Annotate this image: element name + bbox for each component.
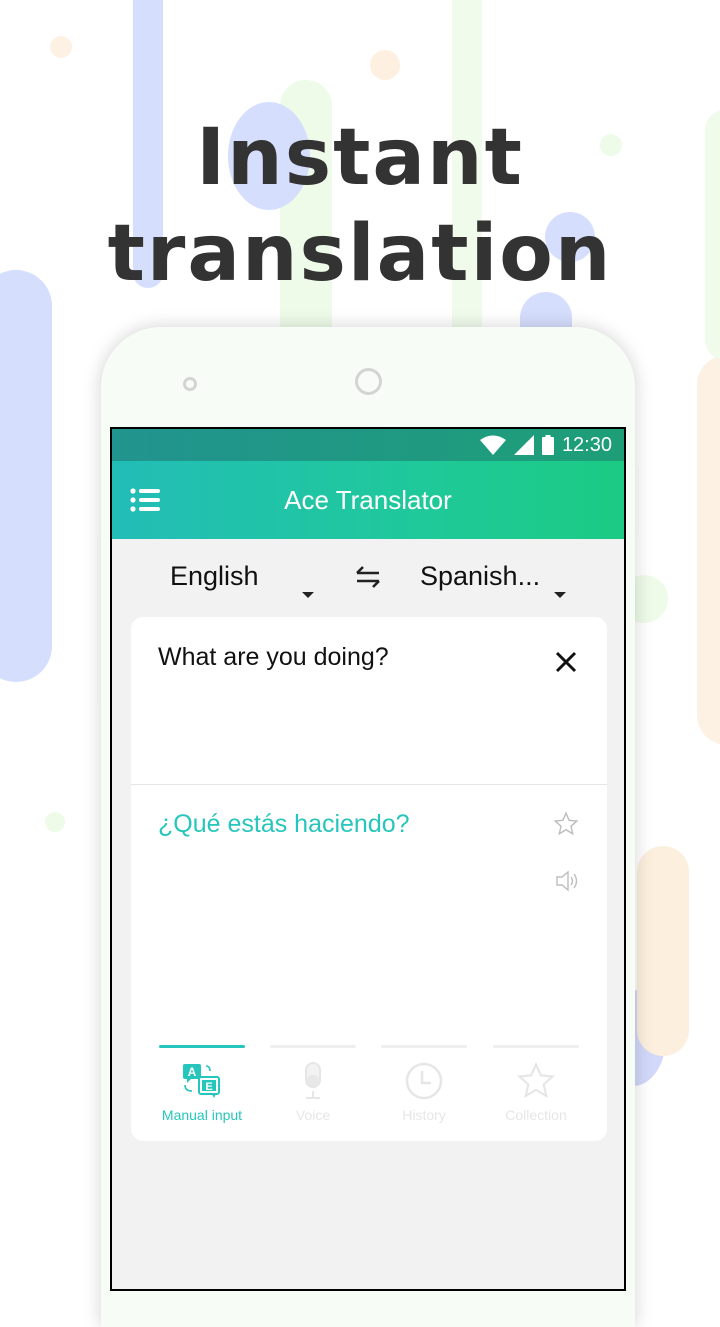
input-mode-tabs: A E Manual input Voice History Collectio… [131, 1045, 607, 1141]
tab-label: Manual input [161, 1107, 243, 1123]
tab-manual-input[interactable]: A E Manual input [159, 1045, 245, 1141]
tab-indicator [270, 1045, 356, 1048]
swap-icon[interactable] [355, 565, 381, 596]
source-language-dropdown[interactable]: English [170, 561, 259, 592]
decor-dot-orange [50, 36, 72, 58]
microphone-icon [293, 1061, 333, 1101]
app-screen: 12:30 Ace Translator English Spanish... … [110, 427, 626, 1291]
headline-line-2: translation [107, 209, 613, 299]
tab-label: Voice [295, 1107, 331, 1123]
clock-icon [404, 1061, 444, 1101]
tab-label: History [402, 1107, 446, 1123]
chevron-down-icon[interactable] [554, 575, 566, 606]
translate-icon: A E [182, 1061, 222, 1101]
tab-label: Collection [505, 1107, 567, 1123]
decor-dot-green-2 [45, 812, 65, 832]
svg-text:E: E [205, 1081, 212, 1093]
close-icon[interactable] [555, 651, 577, 673]
tab-indicator [159, 1045, 245, 1048]
translation-card: What are you doing? ¿Qué estás haciendo?… [131, 617, 607, 1141]
status-bar: 12:30 [112, 429, 624, 461]
translated-text: ¿Qué estás haciendo? [158, 810, 410, 838]
phone-camera [183, 377, 197, 391]
tab-indicator [381, 1045, 467, 1048]
status-time: 12:30 [561, 433, 612, 456]
divider [131, 784, 607, 785]
chevron-down-icon[interactable] [302, 575, 314, 606]
target-language-dropdown[interactable]: Spanish... [420, 561, 540, 592]
phone-sensor [355, 368, 382, 395]
tab-collection[interactable]: Collection [493, 1045, 579, 1141]
signal-icon [513, 435, 534, 455]
tab-history[interactable]: History [381, 1045, 467, 1141]
decor-dot-orange-2 [370, 50, 400, 80]
star-icon [516, 1061, 556, 1101]
phone-side-button-left [97, 535, 101, 705]
tab-voice[interactable]: Voice [270, 1045, 356, 1141]
star-icon[interactable] [553, 811, 579, 842]
source-text-input[interactable]: What are you doing? [158, 643, 389, 672]
phone-side-button-right [635, 467, 639, 535]
menu-icon[interactable] [130, 488, 162, 512]
tab-indicator [493, 1045, 579, 1048]
svg-text:A: A [188, 1065, 197, 1079]
language-selector-row: English Spanish... [112, 539, 624, 617]
app-bar: Ace Translator [112, 461, 624, 539]
wifi-icon [479, 435, 506, 455]
decor-pill-orange [637, 846, 689, 1056]
headline: Instant translation [0, 110, 720, 302]
app-title: Ace Translator [284, 484, 452, 515]
headline-line-1: Instant [196, 113, 524, 203]
decor-bar-orange-right [697, 355, 720, 745]
speaker-icon[interactable] [555, 869, 581, 898]
decor-bar-blue-left [0, 270, 52, 682]
battery-icon [541, 435, 554, 455]
